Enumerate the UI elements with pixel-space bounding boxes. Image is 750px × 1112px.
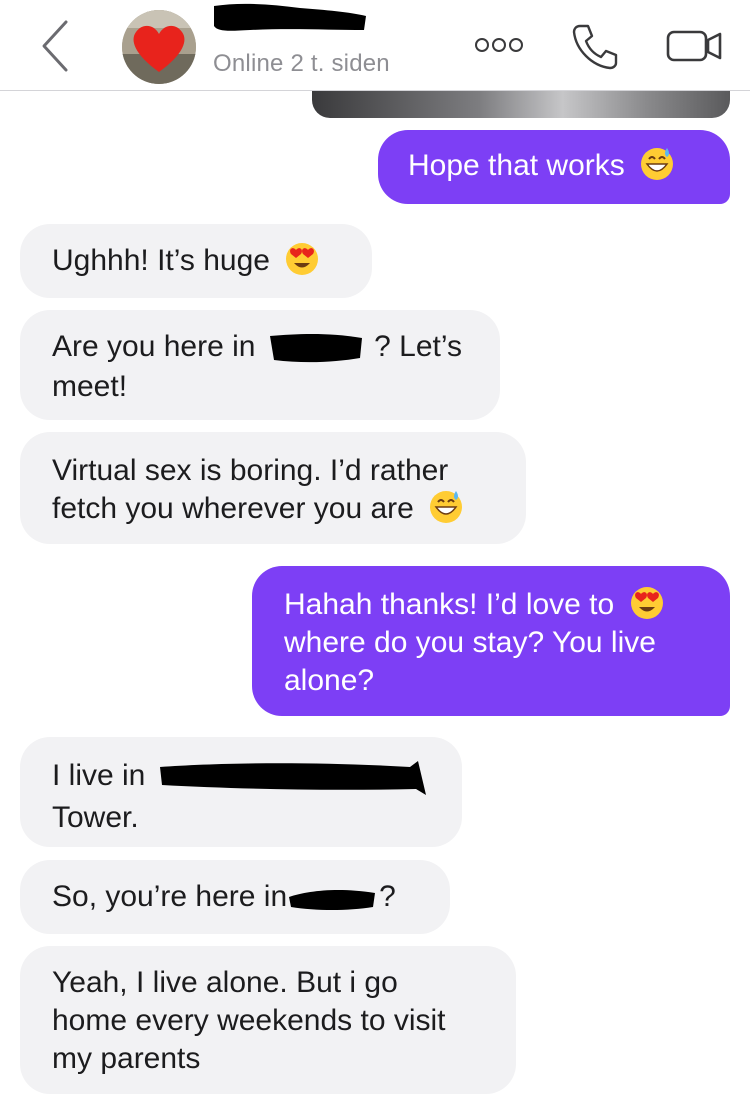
message-incoming[interactable]: So, you’re here in? xyxy=(20,860,450,934)
more-options-button[interactable] xyxy=(470,28,528,62)
message-text: home every weekends to visit xyxy=(52,1004,446,1037)
message-text: meet! xyxy=(52,370,128,404)
message-line: fetch you wherever you are xyxy=(52,490,526,528)
message-outgoing[interactable]: Hope that works xyxy=(378,130,730,204)
message-text: Are you here in xyxy=(52,330,256,363)
message-outgoing[interactable]: Hahah thanks! I’d love to where do you s… xyxy=(252,566,730,716)
contact-avatar[interactable] xyxy=(122,10,196,84)
redaction-mark xyxy=(269,334,362,363)
message-line: I live in xyxy=(52,755,462,799)
message-line: Hahah thanks! I’d love to xyxy=(284,586,730,624)
message-text: ? Let’s xyxy=(374,330,462,363)
message-text: where do you stay? You live xyxy=(284,626,656,660)
message-text: Hope that works xyxy=(408,149,625,182)
message-text: my parents xyxy=(52,1042,201,1075)
message-line: Are you here in ? Let’s xyxy=(52,328,500,368)
message-text: Ughhh! It’s huge xyxy=(52,244,270,277)
grinning-sweat-emoji xyxy=(641,148,674,181)
more-options-icon xyxy=(475,38,523,52)
phone-icon xyxy=(572,24,618,70)
contact-name-redaction xyxy=(214,3,366,31)
voice-call-button[interactable] xyxy=(570,22,620,70)
redaction-mark xyxy=(289,890,376,911)
message-text: alone? xyxy=(284,664,375,698)
message-text: I live in xyxy=(52,758,146,792)
video-call-button[interactable] xyxy=(664,26,724,66)
redaction-mark xyxy=(159,761,426,795)
video-camera-icon xyxy=(666,30,722,62)
avatar-heart-icon xyxy=(122,10,196,84)
heart-eyes-emoji xyxy=(286,243,319,276)
message-incoming[interactable]: Are you here in ? Let’s meet! xyxy=(20,310,500,420)
heart-eyes-emoji xyxy=(630,587,663,620)
message-text: Hahah thanks! I’d love to xyxy=(284,588,615,621)
message-text: fetch you wherever you are xyxy=(52,492,414,525)
message-text: Yeah, I live alone. But i go xyxy=(52,966,398,999)
back-button[interactable] xyxy=(36,18,76,74)
shared-photo[interactable] xyxy=(312,88,730,118)
message-incoming[interactable]: Yeah, I live alone. But i go home every … xyxy=(20,946,516,1094)
online-status: Online 2 t. siden xyxy=(213,50,390,77)
message-text: Tower. xyxy=(52,801,139,834)
message-text: Virtual sex is boring. I’d rather xyxy=(52,454,449,487)
grinning-sweat-emoji xyxy=(430,491,463,524)
message-incoming[interactable]: I live in Tower. xyxy=(20,737,462,847)
message-incoming[interactable]: Ughhh! It’s huge xyxy=(20,224,372,298)
chat-header: Online 2 t. siden xyxy=(0,0,750,91)
back-chevron-icon xyxy=(42,20,68,72)
message-text: ? xyxy=(379,880,396,913)
message-incoming[interactable]: Virtual sex is boring. I’d rather fetch … xyxy=(20,432,526,544)
message-text: So, you’re here in xyxy=(52,880,288,913)
